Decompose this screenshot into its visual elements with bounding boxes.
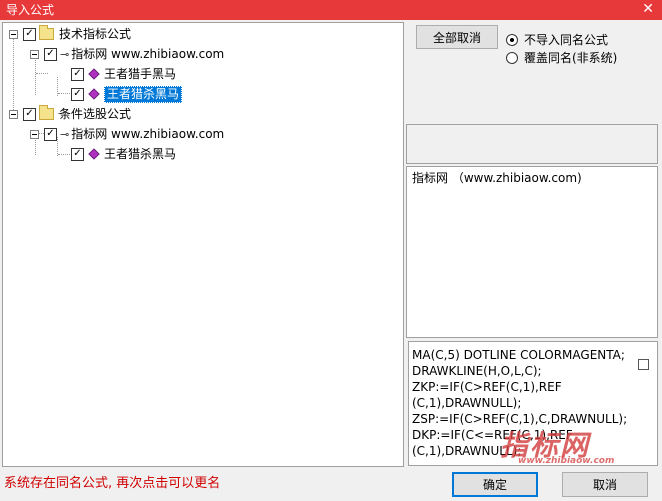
tree-node-formula[interactable]: ✓ 王者猎手黑马	[71, 66, 176, 82]
tree-node-label: 王者猎手黑马	[104, 66, 177, 81]
formula-gem-icon	[88, 68, 100, 80]
cancel-button[interactable]: 取消	[562, 472, 648, 497]
formula-tree[interactable]: ✓ 技术指标公式 ✓ ⊸ 指标网 www.zhibiaow.com ✓ 王者猎手…	[2, 22, 404, 467]
tree-node-label-selected: 王者猎杀黑马	[104, 85, 183, 103]
checkbox-checked-icon[interactable]: ✓	[23, 27, 36, 41]
tree-connector	[58, 154, 72, 155]
formula-gem-icon	[88, 148, 100, 160]
folder-icon	[39, 25, 54, 40]
tree-node-label: 王者猎杀黑马	[104, 146, 177, 161]
tree-node-screening[interactable]: ✓ 条件选股公式	[9, 105, 132, 122]
tree-node-source[interactable]: ✓ ⊸ 指标网 www.zhibiaow.com	[30, 46, 224, 62]
formula-gem-icon	[88, 88, 100, 100]
tree-connector	[36, 73, 48, 74]
tree-node-formula[interactable]: ✓ 王者猎杀黑马	[71, 146, 176, 162]
checkbox-icon[interactable]	[638, 359, 649, 370]
expander-minus-icon[interactable]	[9, 29, 18, 39]
option-label: 不导入同名公式	[524, 33, 609, 47]
tree-node-label: 指标网 www.zhibiaow.com	[71, 126, 225, 141]
tree-connector	[58, 93, 72, 94]
radio-icon[interactable]	[506, 51, 518, 64]
checkbox-checked-icon[interactable]: ✓	[44, 47, 57, 61]
folder-icon	[39, 105, 54, 120]
expander-minus-icon[interactable]	[9, 109, 18, 119]
tree-node-label: 条件选股公式	[59, 106, 132, 121]
expander-minus-icon[interactable]	[30, 129, 39, 139]
expander-minus-icon[interactable]	[30, 49, 39, 59]
cancel-all-button[interactable]: 全部取消	[416, 25, 498, 49]
description-panel	[406, 166, 658, 338]
option-label: 覆盖同名(非系统)	[524, 51, 618, 65]
key-icon: ⊸	[60, 47, 69, 61]
close-icon[interactable]: ✕	[642, 1, 654, 17]
info-panel	[406, 124, 658, 164]
option-no-import[interactable]: 不导入同名公式	[506, 31, 608, 48]
option-overwrite[interactable]: 覆盖同名(非系统)	[506, 49, 617, 66]
formula-description: 指标网 （www.zhibiaow.com)	[412, 171, 582, 185]
tree-node-technical[interactable]: ✓ 技术指标公式	[9, 25, 132, 42]
watermark-url: www.zhibiaow.com	[518, 456, 615, 466]
checkbox-checked-icon[interactable]: ✓	[71, 67, 84, 81]
checkbox-checked-icon[interactable]: ✓	[44, 127, 57, 141]
status-message: 系统存在同名公式, 再次点击可以更名	[4, 476, 221, 491]
tree-node-formula[interactable]: ✓ 王者猎杀黑马	[71, 85, 183, 103]
checkbox-checked-icon[interactable]: ✓	[71, 147, 84, 161]
tree-node-label: 指标网 www.zhibiaow.com	[71, 46, 225, 61]
title-bar: 导入公式 ✕	[0, 0, 662, 20]
tree-node-label: 技术指标公式	[59, 26, 132, 41]
tree-node-source[interactable]: ✓ ⊸ 指标网 www.zhibiaow.com	[30, 126, 224, 142]
radio-icon[interactable]	[506, 33, 518, 46]
tree-connector	[35, 57, 36, 95]
tree-connector	[13, 37, 14, 114]
ok-button[interactable]: 确定	[452, 472, 538, 497]
checkbox-checked-icon[interactable]: ✓	[23, 107, 36, 121]
checkbox-checked-icon[interactable]: ✓	[71, 87, 84, 101]
window-title: 导入公式	[6, 3, 55, 17]
key-icon: ⊸	[60, 127, 69, 141]
